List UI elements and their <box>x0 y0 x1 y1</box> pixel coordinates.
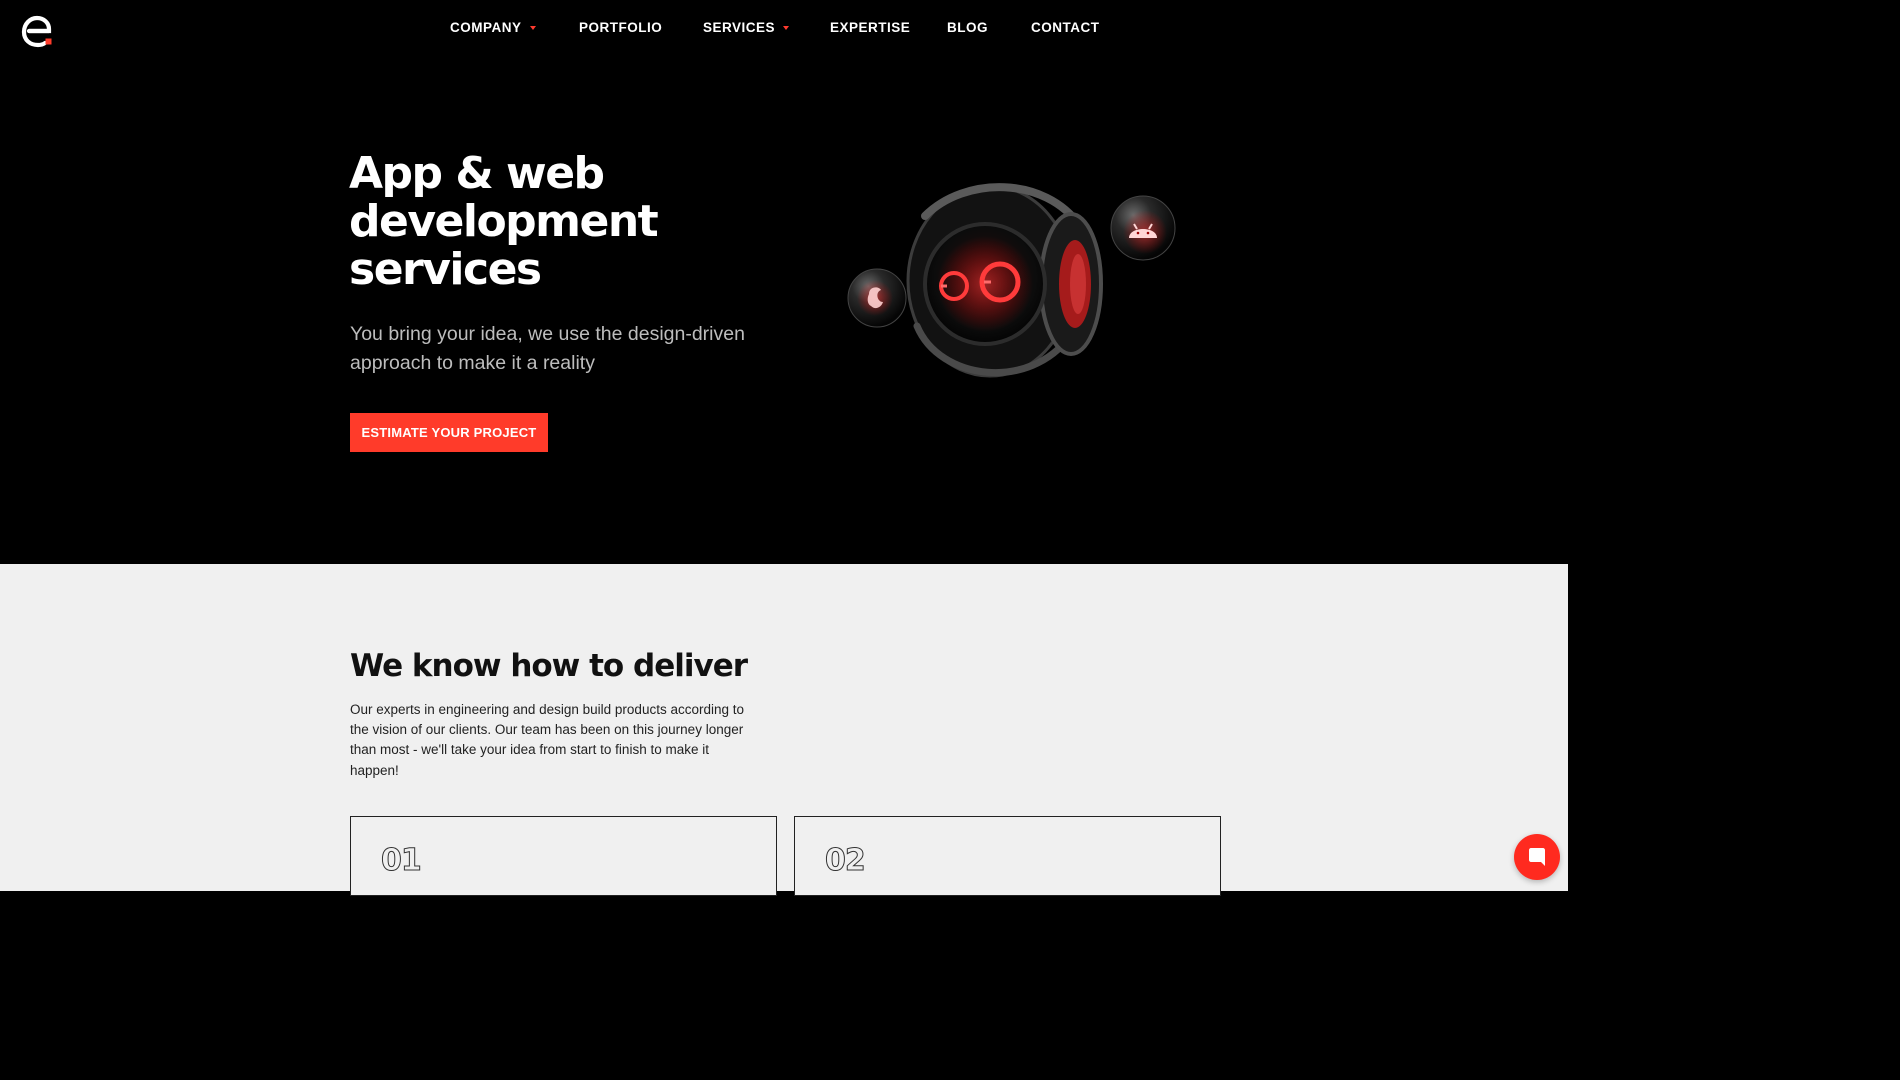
step-number: 01 <box>381 843 423 879</box>
nav-item-blog[interactable]: BLOG <box>947 20 1031 35</box>
nav-item-label: BLOG <box>947 20 988 35</box>
step-card: 02 <box>794 816 1221 896</box>
hero-section: App & web development services You bring… <box>0 58 1568 564</box>
chevron-down-icon <box>529 26 536 30</box>
chat-button[interactable] <box>1514 834 1560 880</box>
chat-icon <box>1529 848 1545 866</box>
deliver-section: We know how to deliver Our experts in en… <box>0 564 1568 896</box>
step-number: 02 <box>825 843 867 879</box>
nav-item-label: COMPANY <box>450 20 522 35</box>
nav-item-contact[interactable]: CONTACT <box>1031 20 1100 35</box>
main-nav: COMPANY PORTFOLIO SERVICES EXPERTISE BLO… <box>450 20 1100 35</box>
robot-illustration <box>845 176 1185 391</box>
nav-item-services[interactable]: SERVICES <box>703 20 830 35</box>
chevron-down-icon <box>783 26 790 30</box>
estimate-project-button[interactable]: ESTIMATE YOUR PROJECT <box>350 413 548 452</box>
site-header: COMPANY PORTFOLIO SERVICES EXPERTISE BLO… <box>0 0 1568 58</box>
nav-item-company[interactable]: COMPANY <box>450 20 579 35</box>
nav-item-expertise[interactable]: EXPERTISE <box>830 20 947 35</box>
hero-subtitle: You bring your idea, we use the design-d… <box>350 323 745 374</box>
section-description: Our experts in engineering and design bu… <box>350 702 744 778</box>
hero-title: App & web development services <box>349 150 749 294</box>
nav-item-label: EXPERTISE <box>830 20 911 35</box>
hero-title-line: App & web <box>349 148 605 199</box>
nav-item-label: PORTFOLIO <box>579 20 663 35</box>
nav-item-label: CONTACT <box>1031 20 1100 35</box>
nav-item-label: SERVICES <box>703 20 776 35</box>
hero-title-line: services <box>349 244 542 295</box>
hero-title-line: development <box>349 196 659 247</box>
step-card: 01 <box>350 816 777 896</box>
e-logo-icon[interactable] <box>20 14 54 48</box>
section-title: We know how to deliver <box>350 648 748 684</box>
nav-item-portfolio[interactable]: PORTFOLIO <box>579 20 703 35</box>
